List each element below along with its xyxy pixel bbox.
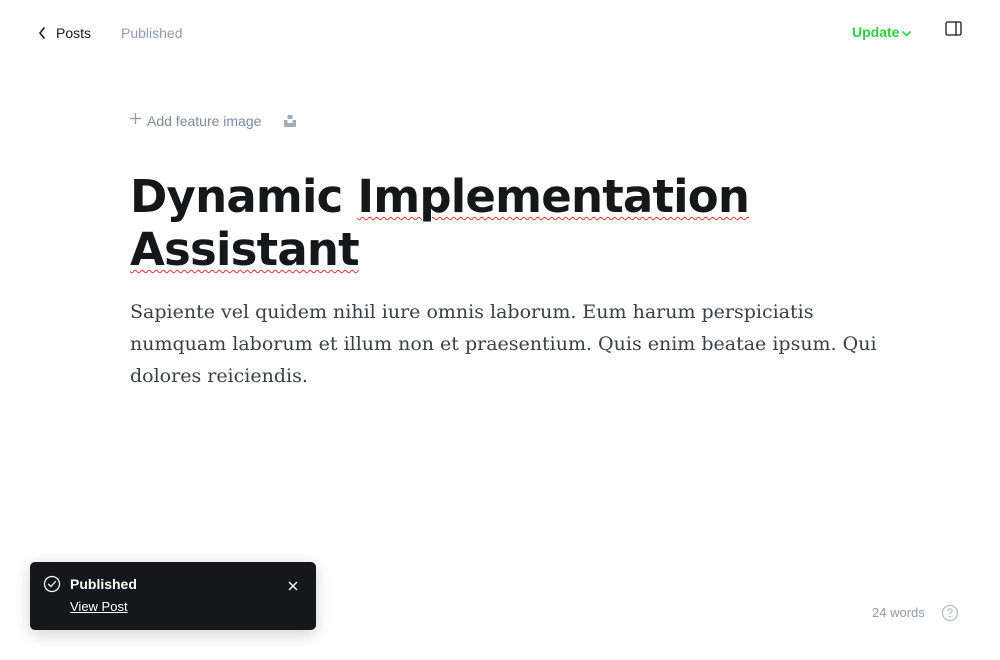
post-title[interactable]: Dynamic Implementation Assistant bbox=[130, 170, 870, 276]
word-count: 24 words bbox=[872, 605, 925, 620]
plus-icon bbox=[129, 112, 142, 130]
post-status: Published bbox=[121, 25, 183, 41]
toast-title: Published bbox=[70, 576, 137, 592]
check-circle-icon bbox=[43, 575, 61, 598]
chevron-left-icon bbox=[38, 27, 46, 39]
question-circle-icon[interactable] bbox=[941, 604, 959, 627]
add-feature-image-button[interactable]: Add feature image bbox=[129, 112, 261, 130]
update-label: Update bbox=[852, 24, 900, 40]
close-icon[interactable] bbox=[288, 578, 298, 596]
add-feature-image-label: Add feature image bbox=[147, 113, 262, 129]
chevron-down-icon bbox=[899, 24, 912, 40]
view-post-link[interactable]: View Post bbox=[70, 599, 128, 614]
feature-image-controls: Add feature image bbox=[129, 112, 297, 130]
title-word: Dynamic bbox=[130, 170, 343, 223]
post-body[interactable]: Sapiente vel quidem nihil iure omnis lab… bbox=[130, 296, 890, 392]
editor-header: Posts Published Update bbox=[0, 0, 1000, 66]
unsplash-icon[interactable] bbox=[283, 114, 297, 128]
title-word-misspelled: Assistant bbox=[130, 223, 360, 276]
published-toast: Published View Post bbox=[30, 562, 316, 630]
update-button[interactable]: Update bbox=[852, 24, 912, 40]
sidebar-panel-icon[interactable] bbox=[945, 21, 963, 42]
back-to-posts-link[interactable]: Posts bbox=[38, 22, 91, 44]
back-label: Posts bbox=[56, 25, 92, 41]
title-word-misspelled: Implementation bbox=[357, 170, 750, 223]
